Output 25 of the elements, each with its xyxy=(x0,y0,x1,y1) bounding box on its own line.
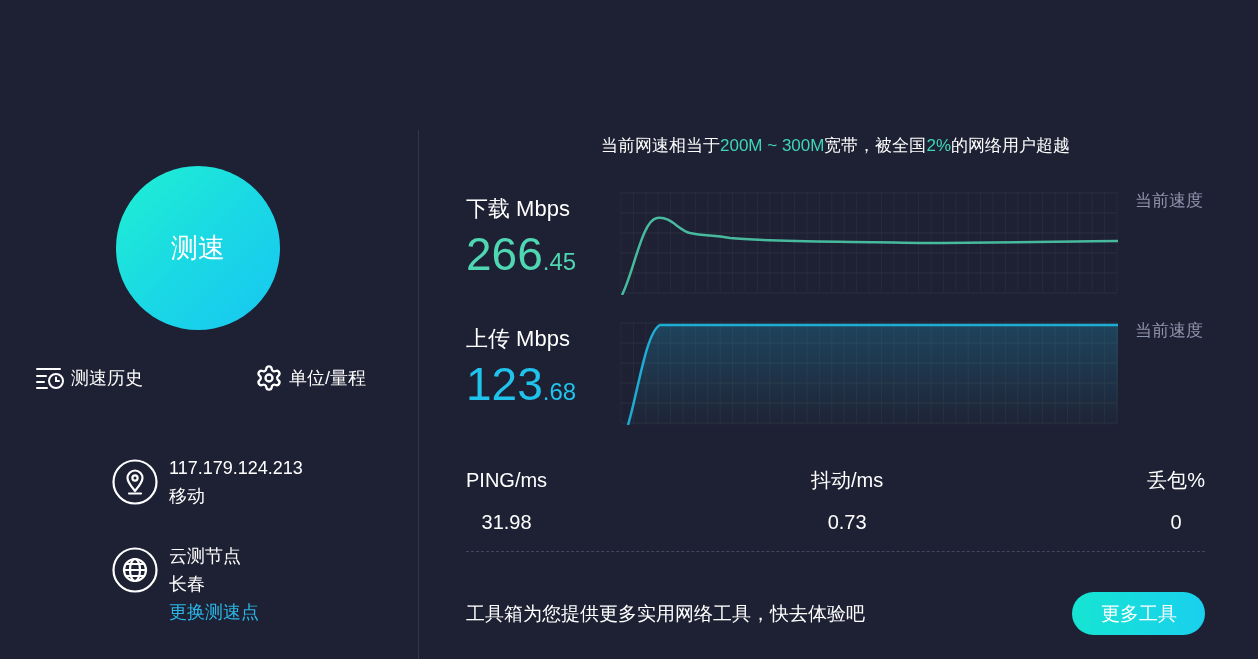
stat-label: 抖动/ms xyxy=(811,468,884,493)
stat-label: 丢包% xyxy=(1147,468,1205,493)
change-server-link[interactable]: 更换测速点 xyxy=(169,598,259,626)
history-link[interactable]: 测速历史 xyxy=(36,364,143,392)
stat-label: PING/ms xyxy=(466,468,548,493)
info-text: 移动 xyxy=(169,485,206,508)
settings-icon xyxy=(255,364,283,392)
current-speed-label: 当前速度 xyxy=(1134,190,1204,212)
stat-value: 31.98 xyxy=(481,510,532,535)
info-text: 长春 xyxy=(169,573,206,596)
stat-value: 0 xyxy=(1170,510,1182,535)
meter-label: 上传 Mbps xyxy=(466,325,570,353)
location-pin-icon xyxy=(112,459,158,505)
speed-summary: 当前网速相当于200M ~ 300M宽带，被全国2%的网络用户超越 xyxy=(601,135,1070,157)
meter-label: 下载 Mbps xyxy=(466,195,570,223)
current-speed-label: 当前速度 xyxy=(1134,320,1204,342)
globe-icon xyxy=(112,547,158,593)
speed-value: 123.68 xyxy=(466,359,577,412)
stat-value: 0.73 xyxy=(827,510,867,535)
info-text: 117.179.124.213 xyxy=(169,457,303,480)
speed-value: 266.45 xyxy=(466,229,577,282)
settings-link[interactable]: 单位/量程 xyxy=(255,364,366,392)
history-icon xyxy=(36,367,65,389)
toolbox-promo-text: 工具箱为您提供更多实用网络工具，快去体验吧 xyxy=(466,601,865,626)
info-text: 云测节点 xyxy=(169,545,242,568)
